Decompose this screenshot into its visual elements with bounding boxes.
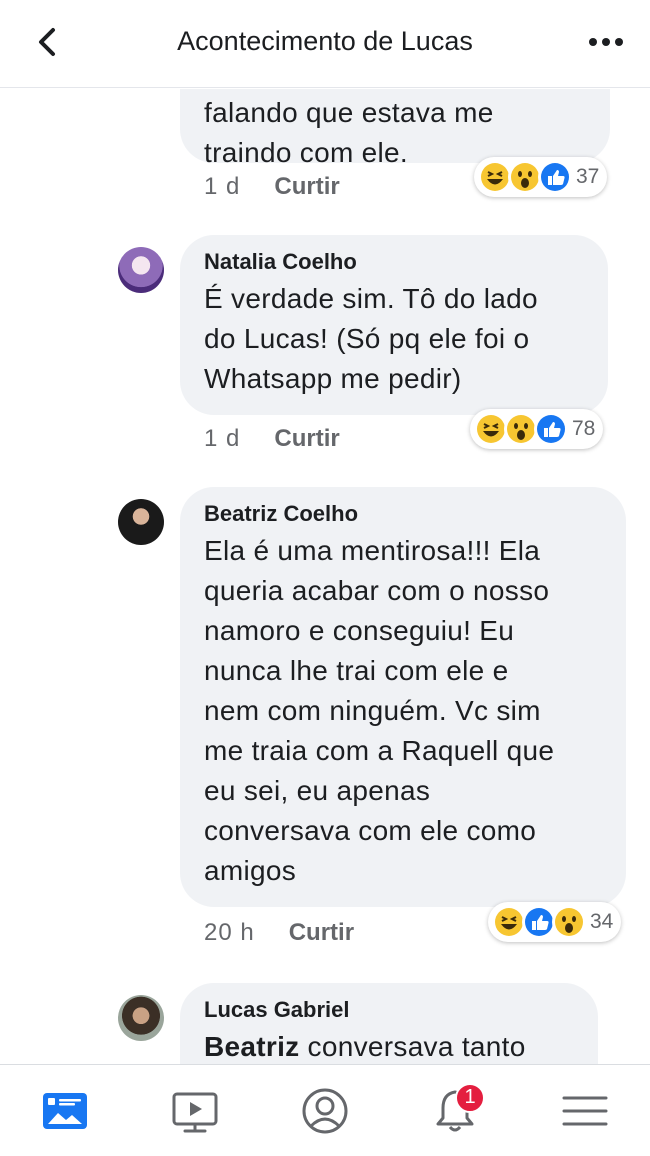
comment-line: amigos [204, 855, 297, 886]
dot [602, 38, 610, 46]
comment-line: conversava com ele como [204, 815, 537, 846]
reaction-count: 37 [576, 165, 600, 188]
comment-time: 20 h [204, 919, 255, 946]
nav-watch[interactable] [165, 1081, 225, 1141]
comment-line: nem com ninguém. Vc sim [204, 695, 541, 726]
comment-bubble[interactable]: Beatriz Coelho Ela é uma mentirosa!!! El… [180, 487, 626, 907]
nav-menu[interactable] [555, 1081, 615, 1141]
haha-icon [492, 905, 526, 939]
news-feed-icon [43, 1092, 87, 1129]
commenter-name[interactable]: Lucas Gabriel [204, 997, 574, 1023]
like-icon [522, 905, 556, 939]
mention-link[interactable]: Beatriz [204, 1031, 299, 1062]
comment-time: 1 d [204, 425, 241, 452]
reactions-summary[interactable]: 34 [488, 902, 622, 942]
like-icon [538, 160, 572, 194]
like-icon [534, 412, 568, 446]
notification-badge: 1 [455, 1082, 485, 1113]
comment-line: conversava tanto [299, 1031, 526, 1062]
top-bar: Acontecimento de Lucas [0, 0, 650, 88]
comment-line: falando que estava me [204, 97, 494, 128]
avatar[interactable] [118, 247, 164, 293]
comment-line: eu sei, eu apenas [204, 775, 431, 806]
comment-meta: 1 d Curtir [204, 173, 340, 201]
haha-icon [474, 412, 508, 446]
comment-line: me traia com a Raquell que [204, 735, 555, 766]
comment-text: Ela é uma mentirosa!!! Ela queria acabar… [204, 531, 602, 891]
comment-line: nunca lhe trai com ele e [204, 655, 509, 686]
nav-news-feed[interactable] [35, 1081, 95, 1141]
avatar[interactable] [118, 995, 164, 1041]
like-button[interactable]: Curtir [289, 919, 354, 947]
comment-line: Ela é uma mentirosa!!! Ela [204, 535, 541, 566]
like-button[interactable]: Curtir [274, 173, 339, 201]
reaction-count: 78 [572, 417, 596, 440]
avatar[interactable] [118, 499, 164, 545]
nav-notifications[interactable]: 1 [425, 1081, 485, 1141]
commenter-name[interactable]: Beatriz Coelho [204, 501, 602, 527]
reactions-summary[interactable]: 37 [474, 157, 608, 197]
profile-icon [302, 1088, 348, 1133]
like-button[interactable]: Curtir [274, 425, 339, 453]
comment-line: É verdade sim. Tô do lado [204, 283, 538, 314]
comment-line: queria acabar com o nosso [204, 575, 550, 606]
comment-bubble[interactable]: Natalia Coelho É verdade sim. Tô do lado… [180, 235, 608, 415]
watch-icon [172, 1092, 218, 1132]
comment-text: Beatriz conversava tanto [204, 1027, 574, 1065]
wow-icon [508, 160, 542, 194]
page-title: Acontecimento de Lucas [177, 26, 473, 56]
haha-icon [478, 160, 512, 194]
dot [615, 38, 623, 46]
commenter-name[interactable]: Natalia Coelho [204, 249, 584, 275]
comment-bubble[interactable]: falando que estava me traindo com ele. [180, 89, 610, 168]
reaction-count: 34 [590, 910, 614, 933]
comment-line: Whatsapp me pedir) [204, 363, 462, 394]
bottom-navigation: 1 [0, 1064, 650, 1156]
comment-line: namoro e conseguiu! Eu [204, 615, 515, 646]
dot [589, 38, 597, 46]
comments-feed[interactable]: falando que estava me traindo com ele. 1… [0, 89, 650, 1065]
comment-meta: 20 h Curtir [204, 919, 354, 947]
nav-profile[interactable] [295, 1081, 355, 1141]
menu-icon [562, 1096, 608, 1125]
comment-meta: 1 d Curtir [204, 425, 340, 453]
comment-line: do Lucas! (Só pq ele foi o [204, 323, 530, 354]
comment-bubble[interactable]: Lucas Gabriel Beatriz conversava tanto [180, 983, 598, 1065]
wow-icon [552, 905, 586, 939]
comment-time: 1 d [204, 173, 241, 200]
reactions-summary[interactable]: 78 [470, 409, 604, 449]
wow-icon [504, 412, 538, 446]
more-options-button[interactable] [584, 22, 628, 62]
comment-text: É verdade sim. Tô do lado do Lucas! (Só … [204, 279, 584, 399]
